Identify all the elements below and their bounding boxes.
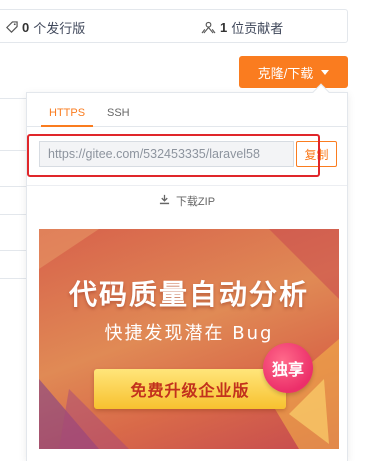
clone-download-label: 克隆/下载 bbox=[257, 65, 314, 81]
clone-dropdown-panel: HTTPS SSH 复制 下载ZIP 代码质量自动分析 快捷发现潜在 Bug 免… bbox=[26, 83, 348, 461]
caret-down-icon bbox=[321, 70, 330, 75]
protocol-tabs: HTTPS SSH bbox=[27, 93, 347, 127]
promo-banner[interactable]: 代码质量自动分析 快捷发现潜在 Bug 免费升级企业版 独享 bbox=[39, 229, 339, 449]
releases-count: 0 bbox=[22, 20, 30, 35]
clone-url-row: 复制 bbox=[39, 141, 337, 167]
contributors-label: 位贡献者 bbox=[231, 21, 284, 36]
download-zip-link[interactable]: 下载ZIP bbox=[27, 191, 347, 211]
clone-url-input[interactable] bbox=[39, 141, 294, 167]
tab-ssh[interactable]: SSH bbox=[107, 107, 130, 119]
copy-button[interactable]: 复制 bbox=[296, 141, 337, 167]
banner-title: 代码质量自动分析 bbox=[68, 278, 309, 311]
clone-download-button[interactable]: 克隆/下载 bbox=[239, 56, 348, 88]
file-list-edge bbox=[0, 98, 28, 461]
active-tab-indicator bbox=[41, 125, 93, 127]
repo-stats-bar: 0 个发行版 1 位贡献者 bbox=[0, 9, 348, 43]
exclusive-badge: 独享 bbox=[263, 343, 313, 393]
contributors-count: 1 bbox=[220, 20, 228, 35]
upgrade-enterprise-button[interactable]: 免费升级企业版 bbox=[94, 369, 286, 409]
tag-icon bbox=[5, 21, 18, 34]
download-icon bbox=[159, 194, 170, 208]
people-icon bbox=[201, 21, 216, 34]
download-zip-label: 下载ZIP bbox=[175, 196, 216, 208]
banner-subtitle: 快捷发现潜在 Bug bbox=[104, 323, 274, 344]
contributors-stat[interactable]: 1 位贡献者 bbox=[201, 18, 283, 37]
divider bbox=[27, 185, 347, 186]
tab-https[interactable]: HTTPS bbox=[49, 107, 85, 119]
releases-label: 个发行版 bbox=[33, 21, 86, 36]
releases-stat[interactable]: 0 个发行版 bbox=[5, 18, 85, 37]
